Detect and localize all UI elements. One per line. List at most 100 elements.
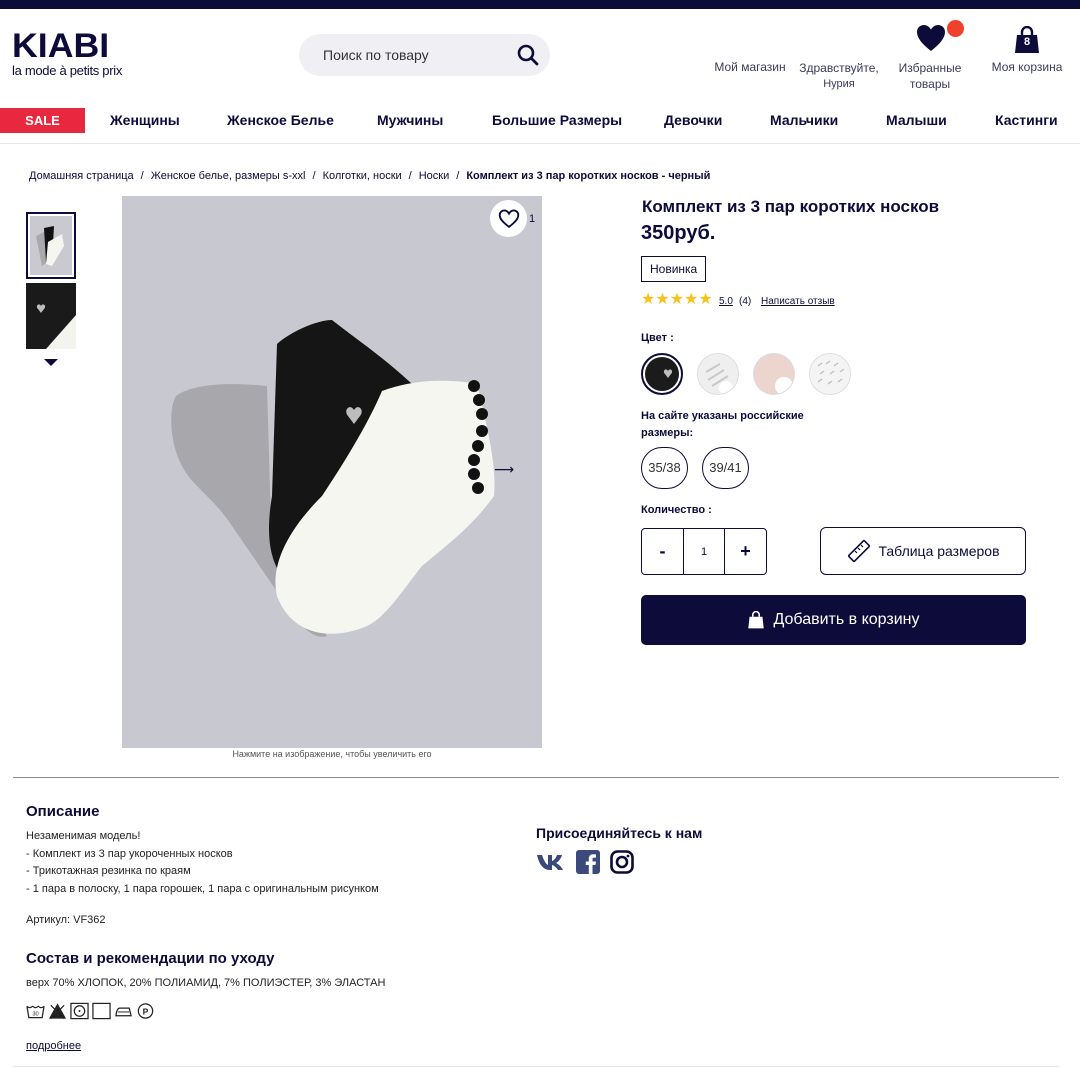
image-zoom-caption: Нажмите на изображение, чтобы увеличить … <box>232 749 432 759</box>
article-number: Артикул: VF362 <box>26 914 106 926</box>
arrow-right-icon[interactable]: ⟶ <box>494 461 514 478</box>
heart-icon[interactable] <box>916 24 946 52</box>
nav-item-plus-sizes[interactable]: Большие Размеры <box>492 108 622 133</box>
product-title: Комплект из 3 пар коротких носков <box>642 197 940 216</box>
description-line: Незаменимая модель! <box>26 830 141 842</box>
shopping-bag-icon <box>748 611 765 629</box>
rating-stars: ★ ★ ★ ★ ★ <box>641 292 713 308</box>
favorites-link[interactable]: Избранные товары <box>892 60 968 92</box>
add-to-cart-label: Добавить в корзину <box>773 611 920 628</box>
wash-30-icon: 30 <box>26 1005 45 1019</box>
star-icon: ★ <box>641 291 656 308</box>
star-icon: ★ <box>698 291 713 308</box>
footer-divider <box>13 1066 1059 1067</box>
composition-title: Состав и рекомендации по уходу <box>26 950 275 967</box>
greeting-text: Здравствуйте, <box>799 61 879 75</box>
user-name: Нурия <box>823 78 855 90</box>
nav-item-babies[interactable]: Малыши <box>886 108 947 133</box>
size-table-button[interactable]: Таблица размеров <box>820 527 1026 575</box>
dry-icon <box>92 1002 111 1020</box>
color-swatch-black-fill <box>645 357 679 391</box>
logo-wordmark: KIABI <box>12 27 110 65</box>
breadcrumb-home[interactable]: Домашняя страница <box>29 170 134 182</box>
star-icon: ★ <box>669 291 685 308</box>
chevron-down-icon[interactable] <box>44 359 58 366</box>
quantity-label: Количество : <box>641 504 712 516</box>
nav-item-sale[interactable]: SALE <box>0 108 85 133</box>
breadcrumb-separator: / <box>312 170 316 182</box>
breadcrumb-tights-socks[interactable]: Колготки, носки <box>323 170 402 182</box>
description-title: Описание <box>26 803 100 820</box>
color-label: Цвет : <box>641 332 674 344</box>
quantity-decrease-button[interactable]: - <box>642 529 683 574</box>
breadcrumb-separator: / <box>140 170 144 182</box>
vk-icon[interactable] <box>536 852 566 872</box>
my-store-link[interactable]: Мой магазин <box>712 59 788 75</box>
care-icons: 30 P <box>26 1002 155 1020</box>
favorites-badge-dot <box>947 20 964 37</box>
favorites-label-2: товары <box>909 77 951 91</box>
wishlist-count: 1 <box>529 213 536 225</box>
rating-value[interactable]: 5.0 <box>719 296 733 307</box>
review-count: (4) <box>739 296 752 307</box>
new-badge: Новинка <box>641 256 707 282</box>
breadcrumb-current: Комплект из 3 пар коротких носков - черн… <box>466 170 711 182</box>
color-swatch-white-pattern[interactable] <box>809 353 851 395</box>
description-line: - Трикотажная резинка по краям <box>26 865 191 877</box>
more-details-link[interactable]: подробнее <box>26 1040 81 1052</box>
nav-item-women[interactable]: Женщины <box>110 108 180 133</box>
facebook-icon[interactable] <box>576 850 600 874</box>
nav-item-men[interactable]: Мужчины <box>377 108 443 133</box>
svg-text:30: 30 <box>32 1012 38 1018</box>
instagram-icon[interactable] <box>610 850 634 874</box>
tumble-dry-icon <box>70 1002 89 1020</box>
favorites-label-1: Избранные <box>898 61 962 75</box>
svg-text:P: P <box>143 1006 149 1016</box>
composition-text: верх 70% ХЛОПОК, 20% ПОЛИАМИД, 7% ПОЛИЭС… <box>26 977 386 989</box>
quantity-value[interactable]: 1 <box>683 529 725 574</box>
search-icon[interactable] <box>516 43 540 67</box>
no-bleach-icon <box>48 1003 67 1020</box>
wishlist-button[interactable] <box>490 200 527 237</box>
product-main-image[interactable] <box>122 196 542 748</box>
product-price: 350руб. <box>641 222 716 244</box>
social-title: Присоединяйтесь к нам <box>536 825 703 841</box>
nav-item-girls[interactable]: Девочки <box>664 108 722 133</box>
description-line: - Комплект из 3 пар укороченных носков <box>26 847 233 860</box>
section-divider <box>13 777 1059 778</box>
ruler-icon <box>848 540 871 562</box>
account-greeting[interactable]: Здравствуйте, Нурия <box>796 60 882 92</box>
nav-item-boys[interactable]: Мальчики <box>770 108 838 133</box>
nav-item-lingerie[interactable]: Женское Белье <box>227 108 334 133</box>
quantity-stepper: - 1 + <box>641 528 767 575</box>
social-links <box>536 850 634 874</box>
write-review-link[interactable]: Написать отзыв <box>761 296 835 307</box>
breadcrumb-socks[interactable]: Носки <box>419 170 450 182</box>
top-accent-bar <box>0 0 1080 9</box>
size-table-label: Таблица размеров <box>878 543 1000 559</box>
nav-item-castings[interactable]: Кастинги <box>995 108 1058 133</box>
quantity-increase-button[interactable]: + <box>725 529 766 574</box>
add-to-cart-button[interactable]: Добавить в корзину <box>641 595 1026 645</box>
cart-count-badge: 8 <box>1023 36 1031 48</box>
main-navigation: SALE Женщины Женское Белье Мужчины Больш… <box>0 108 1080 144</box>
heart-outline-icon <box>498 208 519 228</box>
search-input[interactable] <box>323 47 503 63</box>
thumbnail-1[interactable] <box>26 212 76 279</box>
color-swatch-white-print[interactable] <box>697 353 739 395</box>
breadcrumb-lingerie[interactable]: Женское белье, размеры s-xxl <box>151 170 306 182</box>
thumbnail-2[interactable] <box>26 283 76 349</box>
color-swatch-pink-dots[interactable] <box>753 353 795 395</box>
color-swatch-black[interactable] <box>641 353 683 395</box>
iron-icon <box>115 1007 132 1017</box>
size-option-39-41[interactable]: 39/41 <box>702 447 749 489</box>
kiabi-logo[interactable]: KIABI la mode à petits prix <box>12 29 152 78</box>
size-note: На сайте указаны российские размеры: <box>641 410 804 439</box>
logo-tagline: la mode à petits prix <box>12 63 123 78</box>
breadcrumb: Домашняя страница / Женское белье, разме… <box>29 170 710 182</box>
star-icon: ★ <box>684 291 699 308</box>
size-option-35-38[interactable]: 35/38 <box>641 447 688 489</box>
description-text: Незаменимая модель! - Комплект из 3 пар … <box>26 828 379 898</box>
star-icon: ★ <box>655 291 670 308</box>
my-cart-link[interactable]: Моя корзина <box>986 59 1068 75</box>
